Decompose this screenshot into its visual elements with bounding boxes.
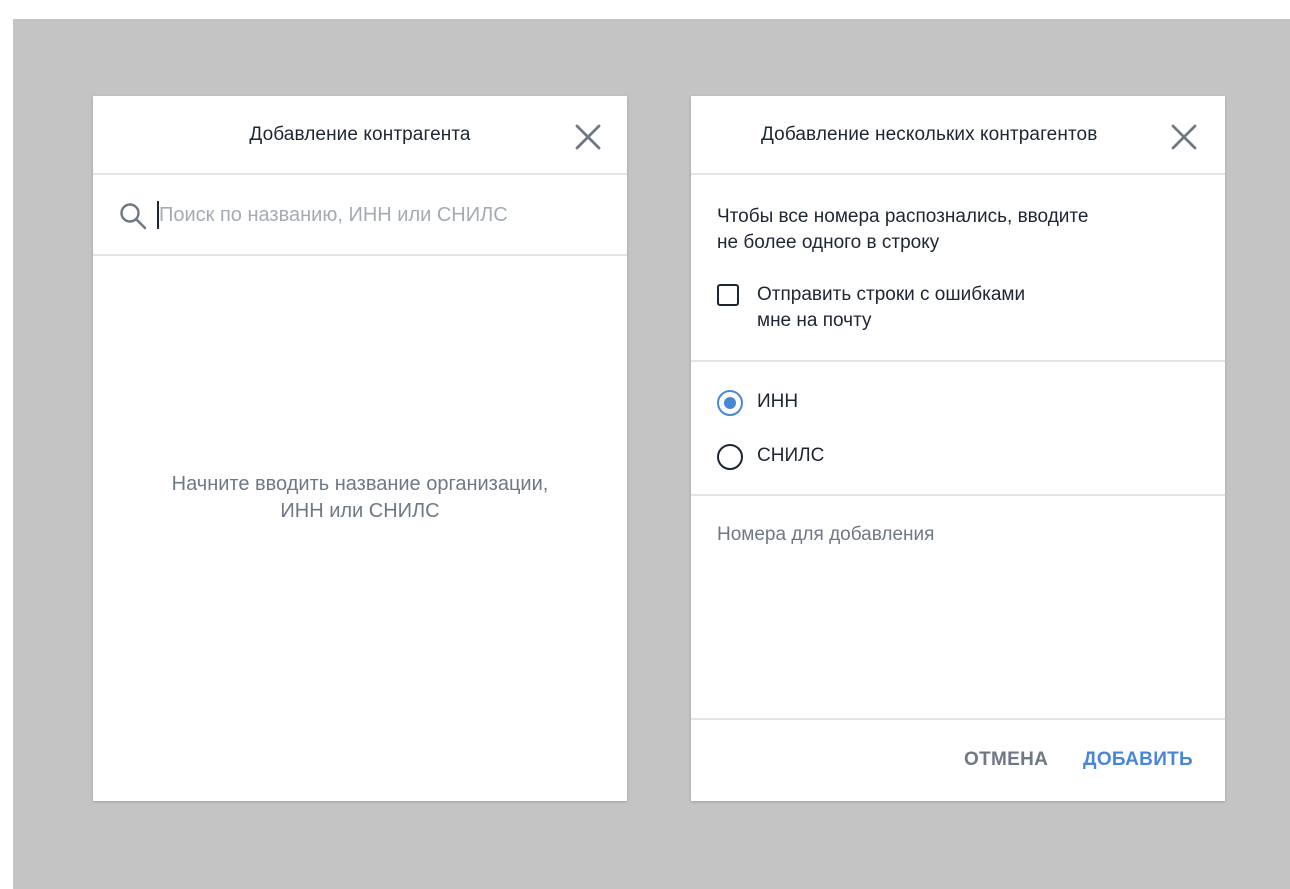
empty-state-hint: Начните вводить название организации, ИН… <box>93 471 627 525</box>
dialog-title: Добавление контрагента <box>249 124 471 145</box>
email-errors-label-line-1: Отправить строки с ошибками <box>757 284 1026 305</box>
close-icon <box>1171 124 1197 150</box>
radio-snils-label: СНИЛС <box>757 445 825 466</box>
close-icon <box>575 124 601 150</box>
radio-inn[interactable] <box>717 390 743 416</box>
close-button[interactable] <box>1169 122 1199 152</box>
search-input[interactable] <box>159 199 599 231</box>
divider <box>691 360 1225 362</box>
dialog-title: Добавление нескольких контрагентов <box>761 124 1098 145</box>
add-button[interactable]: ДОБАВИТЬ <box>1083 749 1193 771</box>
close-button[interactable] <box>573 122 603 152</box>
search-bar <box>93 175 627 256</box>
add-multiple-counterparties-dialog: Добавление нескольких контрагентов Чтобы… <box>691 96 1225 801</box>
numbers-input[interactable] <box>691 496 1225 718</box>
instruction-line-2: не более одного в строку <box>717 232 940 253</box>
cancel-button[interactable]: ОТМЕНА <box>964 749 1048 771</box>
divider <box>691 718 1225 720</box>
email-errors-label-line-2: мне на почту <box>757 310 872 331</box>
empty-hint-line-2: ИНН или СНИЛС <box>280 500 440 522</box>
add-counterparty-dialog: Добавление контрагента Начните вводить н… <box>93 96 627 801</box>
dialog-header: Добавление нескольких контрагентов <box>691 96 1225 175</box>
email-errors-label: Отправить строки с ошибками мне на почту <box>757 282 1117 334</box>
empty-hint-line-1: Начните вводить название организации, <box>171 473 549 495</box>
radio-inn-label: ИНН <box>757 391 799 412</box>
radio-snils[interactable] <box>717 444 743 470</box>
instruction-text: Чтобы все номера распознались, вводите н… <box>717 204 1088 256</box>
dialog-header: Добавление контрагента <box>93 96 627 175</box>
email-errors-checkbox[interactable] <box>717 284 739 306</box>
search-icon <box>120 203 147 230</box>
instruction-line-1: Чтобы все номера распознались, вводите <box>717 206 1089 227</box>
